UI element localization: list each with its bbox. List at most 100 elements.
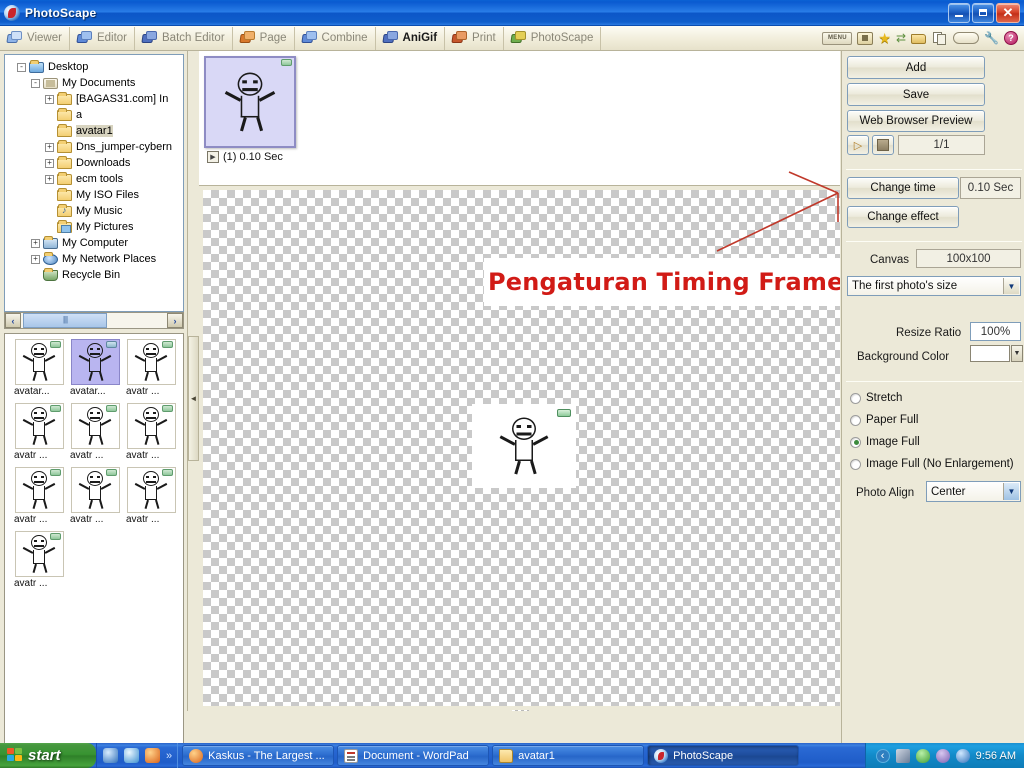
thumbnail-image[interactable] <box>14 403 64 449</box>
antivirus-icon[interactable] <box>915 748 930 763</box>
canvas-photo[interactable] <box>472 404 576 488</box>
canvas-size-mode-select[interactable]: The first photo's size ▼ <box>847 276 1021 296</box>
task-photoscape[interactable]: PhotoScape <box>647 745 800 766</box>
radio-stretch[interactable] <box>850 392 861 404</box>
expand-icon[interactable]: + <box>45 142 54 152</box>
change-effect-button[interactable]: Change effect <box>847 206 959 228</box>
tab-batch-editor[interactable]: Batch Editor <box>135 26 233 50</box>
tree-item-my-documents[interactable]: - My Documents <box>9 75 181 91</box>
thumbnail-item[interactable]: avatr ... <box>124 467 178 527</box>
option-paper-full[interactable]: Paper Full <box>850 414 918 426</box>
frame-thumbnail[interactable] <box>204 56 296 148</box>
background-color-swatch[interactable] <box>970 345 1010 362</box>
tree-item-recycle-bin[interactable]: Recycle Bin <box>9 267 181 283</box>
tree-item-my-computer[interactable]: + My Computer <box>9 235 181 251</box>
globe-icon[interactable] <box>955 748 970 763</box>
background-color-dropdown[interactable]: ▼ <box>1011 345 1023 362</box>
thumbnail-image[interactable] <box>14 339 64 385</box>
add-button[interactable]: Add <box>847 56 985 79</box>
option-stretch[interactable]: Stretch <box>850 392 902 404</box>
restore-button[interactable] <box>972 2 994 23</box>
thumbnail-image[interactable] <box>70 403 120 449</box>
thumbnail-item[interactable]: avatr ... <box>12 531 66 591</box>
option-image-full[interactable]: Image Full <box>850 436 920 448</box>
thumbnail-item[interactable]: avatr ... <box>68 467 122 527</box>
copy-icon[interactable] <box>932 31 948 46</box>
menu-button[interactable]: MENU <box>822 31 853 45</box>
tab-combine[interactable]: Combine <box>295 26 376 50</box>
tree-item-bagas31-com-in[interactable]: + [BAGAS31.com] In <box>9 91 181 107</box>
task-kaskus[interactable]: Kaskus - The Largest ... <box>182 745 335 766</box>
tab-editor[interactable]: Editor <box>70 26 135 50</box>
scroll-thumb[interactable] <box>23 313 107 328</box>
stop-button[interactable] <box>872 135 894 155</box>
thumbnail-item[interactable]: avatr ... <box>12 403 66 463</box>
web-browser-preview-button[interactable]: Web Browser Preview <box>847 110 985 132</box>
expand-icon[interactable]: + <box>45 174 54 184</box>
wrench-icon[interactable]: 🔧 <box>984 31 999 46</box>
tree-item-my-network-places[interactable]: + My Network Places <box>9 251 181 267</box>
thumbnail-item[interactable]: avatr ... <box>124 403 178 463</box>
tree-item-downloads[interactable]: + Downloads <box>9 155 181 171</box>
tab-page[interactable]: Page <box>233 26 295 50</box>
scroll-right-button[interactable]: › <box>167 313 183 328</box>
thumbnail-item[interactable]: avatar... <box>68 339 122 399</box>
tree-item-my-music[interactable]: My Music <box>9 203 181 219</box>
tree-item-avatar1[interactable]: avatar1 <box>9 123 181 139</box>
resize-ratio-field[interactable]: 100% <box>970 322 1021 341</box>
thumbnail-image[interactable] <box>126 339 176 385</box>
expand-icon[interactable]: + <box>31 254 40 264</box>
thumbnail-item[interactable]: avatr ... <box>68 403 122 463</box>
task-avatar1[interactable]: avatar1 <box>492 745 645 766</box>
frame-strip[interactable]: ▶ (1) 0.10 Sec <box>199 51 840 186</box>
panel-collapse-handle[interactable]: ◄ <box>188 336 199 461</box>
tab-anigif[interactable]: AniGif <box>376 26 446 50</box>
frame-play-icon[interactable]: ▶ <box>207 151 219 163</box>
network-icon[interactable] <box>895 748 910 763</box>
clock[interactable]: 9:56 AM <box>976 750 1016 762</box>
scroll-left-button[interactable]: ‹ <box>5 313 21 328</box>
radio-image-full[interactable] <box>850 436 861 448</box>
show-desktop-icon[interactable] <box>103 748 118 763</box>
thumbnail-image[interactable] <box>126 403 176 449</box>
tree-item-dns-jumper-cybern[interactable]: + Dns_jumper-cybern <box>9 139 181 155</box>
internet-explorer-icon[interactable] <box>124 748 139 763</box>
canvas-area[interactable]: Pengaturan Timing Frame <box>199 186 840 711</box>
tree-item-my-pictures[interactable]: My Pictures <box>9 219 181 235</box>
transparency-toggle-icon[interactable] <box>512 710 529 711</box>
tab-photoscape[interactable]: PhotoScape <box>504 26 602 50</box>
change-time-button[interactable]: Change time <box>847 177 959 199</box>
refresh-icon[interactable]: ⇄ <box>896 31 906 46</box>
tray-expand-icon[interactable]: ‹ <box>875 748 890 763</box>
thumbnail-browser[interactable]: avatar... avatar... avatr ... avatr ... avat… <box>4 333 184 761</box>
tree-item-a[interactable]: a <box>9 107 181 123</box>
rounded-rect-icon[interactable] <box>953 32 980 44</box>
thumbnail-item[interactable]: avatar... <box>12 339 66 399</box>
start-button[interactable]: start <box>0 743 96 768</box>
scroll-track[interactable] <box>21 313 167 328</box>
thumbnail-item[interactable]: avatr ... <box>12 467 66 527</box>
task-wordpad[interactable]: Document - WordPad <box>337 745 490 766</box>
option-image-full-no-enlargement[interactable]: Image Full (No Enlargement) <box>850 458 1014 470</box>
play-button[interactable]: ▷ <box>847 135 869 155</box>
star-icon[interactable]: ★ <box>878 30 891 46</box>
tree-item-ecm-tools[interactable]: + ecm tools <box>9 171 181 187</box>
tree-item-desktop[interactable]: - Desktop <box>9 59 181 75</box>
thumbnail-image[interactable] <box>14 467 64 513</box>
thumbnail-item[interactable]: avatr ... <box>124 339 178 399</box>
firefox-icon[interactable] <box>145 748 160 763</box>
radio-image-full-no-enlargement[interactable] <box>850 458 861 470</box>
help-icon[interactable]: ? <box>1004 31 1018 45</box>
folder-tree[interactable]: - Desktop - My Documents + [BAGAS31.com] In a a… <box>4 54 184 312</box>
tree-horizontal-scrollbar[interactable]: ‹ › <box>4 312 184 329</box>
close-button[interactable]: ✕ <box>996 2 1020 23</box>
expand-icon[interactable]: + <box>31 238 40 248</box>
tab-print[interactable]: Print <box>445 26 504 50</box>
photo-align-select[interactable]: Center ▼ <box>926 481 1021 502</box>
folder-image-icon[interactable] <box>911 31 927 46</box>
expand-icon[interactable]: + <box>45 94 54 104</box>
minimize-button[interactable] <box>948 2 970 23</box>
collapse-icon[interactable]: - <box>31 78 40 88</box>
thumbnail-image[interactable] <box>70 339 120 385</box>
save-button[interactable]: Save <box>847 83 985 106</box>
